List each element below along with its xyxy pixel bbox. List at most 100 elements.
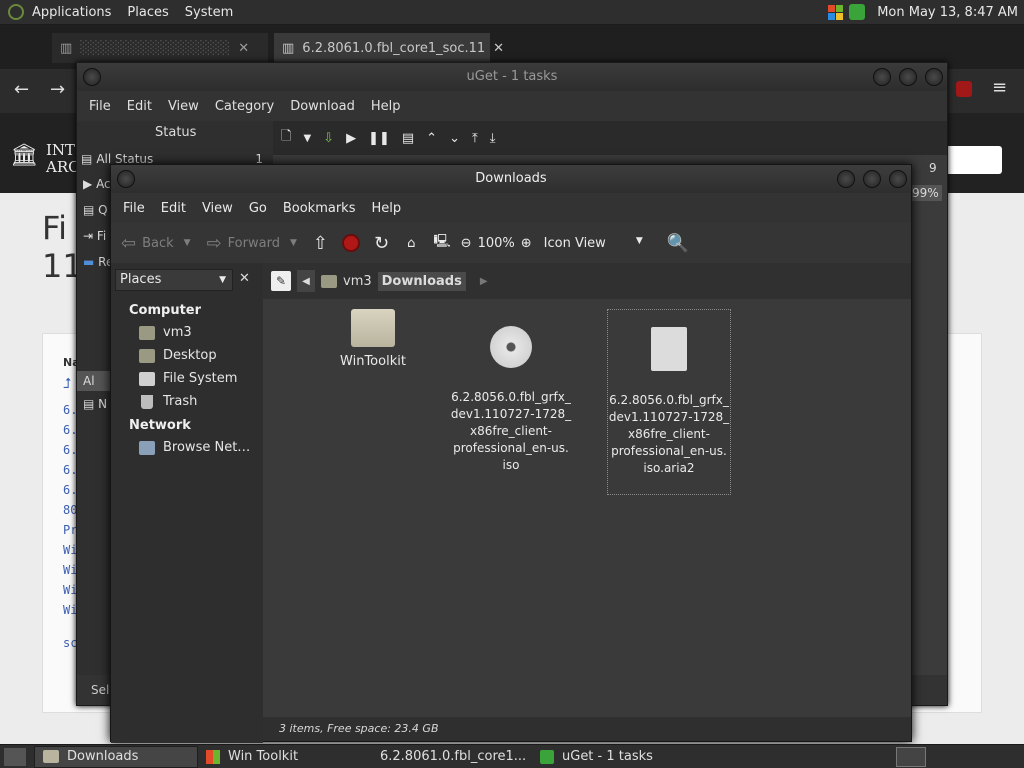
maximize-button[interactable] xyxy=(863,170,881,188)
windows-flag-icon[interactable] xyxy=(828,4,844,20)
path-segment-vm3[interactable]: vm3 xyxy=(321,274,372,289)
play-icon[interactable]: ▶ xyxy=(346,131,356,146)
status-column-header[interactable]: Status xyxy=(155,125,196,140)
uget-titlebar[interactable]: uGet - 1 tasks xyxy=(77,63,947,91)
places-menu[interactable]: Places xyxy=(119,5,176,20)
files-menu-file[interactable]: File xyxy=(115,201,153,216)
files-menu-help[interactable]: Help xyxy=(363,201,409,216)
forward-arrow-icon[interactable]: → xyxy=(50,79,65,100)
reload-icon[interactable]: ↻ xyxy=(374,233,389,254)
workspace-switcher[interactable] xyxy=(896,746,926,767)
stop-icon[interactable] xyxy=(341,234,360,252)
files-menu-go[interactable]: Go xyxy=(241,201,275,216)
path-left-arrow-icon[interactable]: ◀ xyxy=(297,270,315,292)
files-menu-view[interactable]: View xyxy=(194,201,241,216)
close-button[interactable] xyxy=(925,68,943,86)
sidebar-item-desktop[interactable]: Desktop xyxy=(139,348,217,363)
chevron-down-icon[interactable]: ▼ xyxy=(303,133,311,144)
taskbar-item-firefox[interactable]: 6.2.8061.0.fbl_core1... xyxy=(364,746,532,768)
move-up-icon[interactable]: ⌃ xyxy=(426,131,437,146)
file-item-wintoolkit[interactable]: WinToolkit xyxy=(311,309,435,370)
search-icon[interactable]: 🔍 xyxy=(667,233,689,254)
downloads-titlebar[interactable]: Downloads xyxy=(111,165,911,193)
new-download-icon[interactable]: 🗋 xyxy=(281,127,291,149)
edit-location-icon[interactable]: ✎ xyxy=(271,271,291,291)
sidebar-item-label: Browse Net… xyxy=(163,440,251,455)
chevron-down-icon[interactable]: ▼ xyxy=(184,238,191,248)
windows-flag-icon xyxy=(206,749,220,764)
uget-category-all[interactable]: Al xyxy=(77,371,111,391)
ublock-icon[interactable] xyxy=(956,81,972,97)
uget-icon xyxy=(540,749,554,764)
move-top-icon[interactable]: ⤒ xyxy=(472,131,478,146)
close-icon[interactable]: ✕ xyxy=(238,41,249,56)
task-label: uGet - 1 tasks xyxy=(562,749,653,764)
download-icon[interactable]: ⇩ xyxy=(323,131,334,146)
back-arrow-icon[interactable]: ← xyxy=(14,79,29,100)
close-sidebar-icon[interactable]: ✕ xyxy=(239,271,250,286)
minimize-button[interactable] xyxy=(837,170,855,188)
uget-menu-download[interactable]: Download xyxy=(282,99,363,114)
path-right-arrow-icon[interactable]: ▶ xyxy=(480,276,488,287)
path-bar: ✎ ◀ vm3 Downloads ▶ xyxy=(263,263,911,299)
files-menu-edit[interactable]: Edit xyxy=(153,201,194,216)
home-folder-icon xyxy=(321,274,337,288)
applications-menu[interactable]: Applications xyxy=(24,5,119,20)
taskbar-item-downloads[interactable]: Downloads xyxy=(34,745,198,768)
network-icon xyxy=(139,440,155,455)
uget-category-n[interactable]: ▤ N xyxy=(83,397,107,411)
taskbar-item-wintoolkit[interactable]: Win Toolkit xyxy=(198,746,364,768)
move-down-icon[interactable]: ⌄ xyxy=(449,131,460,146)
gnome-foot-icon[interactable] xyxy=(8,4,24,20)
back-button[interactable]: ⇦ Back xyxy=(121,233,174,254)
uget-menu-view[interactable]: View xyxy=(160,99,207,114)
taskbar-item-uget[interactable]: uGet - 1 tasks xyxy=(532,746,702,768)
sidebar-item-filesystem[interactable]: File System xyxy=(139,371,237,386)
parent-dir-icon[interactable]: ⮥ xyxy=(63,376,71,392)
file-item-iso[interactable]: 6.2.8056.0.fbl_grfx_ dev1.110727-1728_ x… xyxy=(449,309,573,491)
chevron-down-icon[interactable]: ▼ xyxy=(290,238,297,248)
maximize-button[interactable] xyxy=(899,68,917,86)
category-label: N xyxy=(98,397,108,411)
view-mode-select[interactable]: Icon View ▼ xyxy=(544,236,643,251)
sidebar-item-vm3[interactable]: vm3 xyxy=(139,325,192,340)
places-combo[interactable]: Places ▼ xyxy=(115,269,233,291)
browser-tab-1[interactable]: ▥ ░░░░░░░░░░░░░░░ ✕ xyxy=(52,33,268,63)
minimize-button[interactable] xyxy=(873,68,891,86)
uget-side-item-recycled[interactable]: ▬ Re xyxy=(83,255,113,269)
up-icon[interactable]: ⇧ xyxy=(313,233,328,254)
home-icon[interactable]: ⌂ xyxy=(407,236,415,251)
uget-side-item-finished[interactable]: ⇥ Fi xyxy=(83,229,106,243)
hamburger-menu-icon[interactable]: ≡ xyxy=(992,77,1007,98)
uget-side-item-active[interactable]: ▶ Ac xyxy=(83,177,111,191)
move-bottom-icon[interactable]: ⤓ xyxy=(490,131,496,146)
window-menu-button[interactable] xyxy=(83,68,101,86)
properties-icon[interactable]: ▤ xyxy=(402,131,414,146)
system-menu[interactable]: System xyxy=(177,5,241,20)
window-menu-button[interactable] xyxy=(117,170,135,188)
show-desktop-icon[interactable] xyxy=(4,747,26,766)
uget-menu-edit[interactable]: Edit xyxy=(119,99,160,114)
zoom-in-icon[interactable]: ⊕ xyxy=(521,236,532,251)
clock[interactable]: Mon May 13, 8:47 AM xyxy=(877,5,1018,20)
sidebar-item-trash[interactable]: Trash xyxy=(139,394,197,409)
top-panel: Applications Places System Mon May 13, 8… xyxy=(0,0,1024,25)
pause-icon[interactable]: ❚❚ xyxy=(368,131,390,146)
sidebar-heading-network: Network xyxy=(129,418,191,433)
uget-side-item-queuing[interactable]: ▤ Q xyxy=(83,203,108,217)
uget-menu-category[interactable]: Category xyxy=(207,99,282,114)
files-menu-bookmarks[interactable]: Bookmarks xyxy=(275,201,364,216)
close-button[interactable] xyxy=(889,170,907,188)
uget-tray-icon[interactable] xyxy=(849,4,866,20)
computer-icon[interactable]: 🖳 xyxy=(433,232,450,254)
sidebar-item-browse-network[interactable]: Browse Net… xyxy=(139,440,250,455)
uget-menu-file[interactable]: File xyxy=(81,99,119,114)
zoom-out-icon[interactable]: ⊖ xyxy=(461,236,472,251)
browser-tab-2[interactable]: ▥ 6.2.8061.0.fbl_core1_soc.11 ✕ xyxy=(274,33,504,63)
back-arrow-icon: ⇦ xyxy=(121,232,137,254)
path-segment-downloads[interactable]: Downloads xyxy=(377,271,466,291)
close-icon[interactable]: ✕ xyxy=(493,41,504,56)
uget-menu-help[interactable]: Help xyxy=(363,99,409,114)
file-item-aria2[interactable]: 6.2.8056.0.fbl_grfx_ dev1.110727-1728_ x… xyxy=(607,309,731,495)
forward-button[interactable]: ⇨ Forward xyxy=(207,233,280,254)
